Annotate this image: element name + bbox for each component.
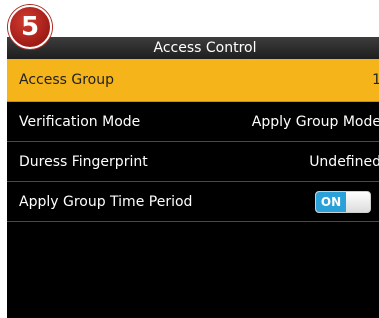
menu-item-value: 1 — [372, 72, 379, 88]
toggle-on-label: ON — [316, 191, 346, 212]
toggle-switch[interactable]: ON — [315, 190, 371, 213]
step-number-badge: 5 — [8, 5, 52, 49]
title-bar: Access Control — [7, 37, 379, 59]
menu-item-label: Access Group — [19, 72, 114, 88]
menu-item-value: Undefined — [309, 153, 379, 170]
menu-item-label: Duress Fingerprint — [19, 153, 148, 170]
menu-item-verification-mode[interactable]: Verification Mode Apply Group Mode — [7, 102, 379, 142]
menu-item-label: Verification Mode — [19, 113, 141, 130]
device-screen: Access Control Access Group 1 Verificati… — [7, 37, 379, 318]
menu-item-value: Apply Group Mode — [251, 113, 379, 130]
menu-item-access-group[interactable]: Access Group 1 — [7, 59, 379, 102]
menu-item-apply-group-time-period[interactable]: Apply Group Time Period ON — [7, 182, 379, 222]
menu-item-label: Apply Group Time Period — [19, 193, 193, 210]
toggle-knob — [346, 191, 370, 212]
page: 5 Access Control Access Group 1 Verifica… — [0, 0, 379, 318]
page-title: Access Control — [153, 40, 257, 56]
menu-item-duress-fingerprint[interactable]: Duress Fingerprint Undefined — [7, 142, 379, 182]
